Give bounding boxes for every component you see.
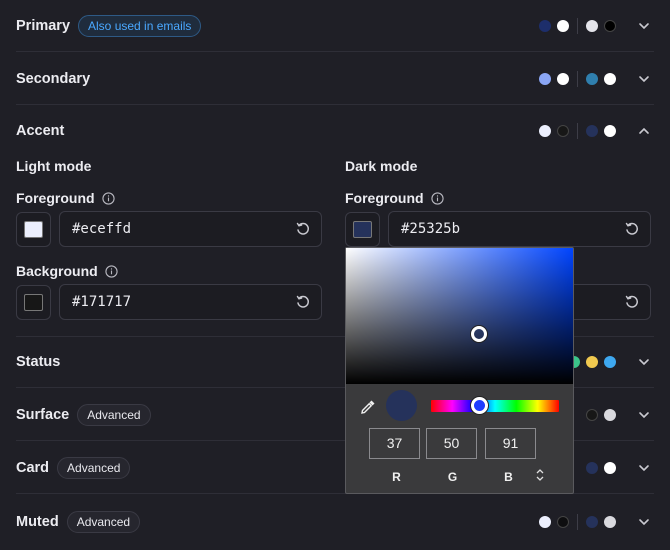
swatch-color (353, 221, 372, 238)
emails-badge: Also used in emails (78, 14, 202, 37)
section-accent[interactable]: Accent (16, 105, 654, 157)
swatch-color (24, 294, 43, 311)
color-dot (557, 72, 569, 85)
info-icon[interactable] (430, 191, 444, 205)
info-icon[interactable] (101, 191, 115, 205)
dark-foreground-input[interactable]: #25325b (388, 211, 651, 247)
color-dot (586, 408, 598, 421)
reset-icon[interactable] (295, 221, 311, 237)
eyedropper-icon[interactable] (359, 398, 377, 416)
color-dot (604, 516, 616, 528)
color-dot (604, 461, 616, 474)
label-text: Foreground (345, 190, 424, 206)
dark-foreground-label: Foreground (345, 190, 444, 206)
reset-icon[interactable] (624, 294, 640, 310)
advanced-badge: Advanced (57, 456, 131, 479)
hex-value: #171717 (72, 294, 132, 310)
saturation-value-area[interactable] (346, 248, 573, 384)
chevron-down-icon[interactable] (634, 458, 654, 478)
chevron-down-icon[interactable] (634, 352, 654, 372)
saturation-handle[interactable] (471, 326, 487, 342)
reset-icon[interactable] (624, 221, 640, 237)
green-label: G (447, 470, 458, 484)
light-background-swatch[interactable] (16, 285, 51, 320)
light-foreground-swatch[interactable] (16, 212, 51, 247)
color-dot (539, 125, 551, 137)
color-dot (604, 408, 616, 421)
divider (577, 17, 578, 34)
swatch-color (24, 221, 43, 238)
color-dot (539, 72, 551, 85)
section-title: Card (16, 459, 50, 476)
light-foreground-label: Foreground (16, 190, 115, 206)
color-dot (586, 516, 598, 528)
mode-stepper-icon[interactable] (535, 468, 545, 482)
chevron-down-icon[interactable] (634, 16, 654, 36)
color-dot (586, 356, 598, 368)
section-title: Muted (16, 514, 59, 530)
section-title: Surface (16, 406, 70, 423)
color-dot (557, 19, 569, 32)
blue-input[interactable]: 91 (485, 428, 536, 459)
light-background-input[interactable]: #171717 (59, 284, 322, 320)
hue-handle[interactable] (471, 397, 488, 414)
light-background-label: Background (16, 263, 118, 279)
section-secondary[interactable]: Secondary (16, 53, 654, 105)
hex-value: #25325b (401, 221, 461, 237)
color-dot (586, 125, 598, 137)
section-title: Accent (16, 123, 65, 139)
chevron-up-icon[interactable] (634, 121, 654, 141)
section-primary[interactable]: Primary Also used in emails (16, 0, 654, 52)
color-dot (539, 516, 551, 528)
color-dot (586, 19, 598, 32)
red-input[interactable]: 37 (369, 428, 420, 459)
divider (577, 123, 578, 139)
section-title: Secondary (16, 70, 91, 87)
color-dot (557, 125, 569, 137)
green-input[interactable]: 50 (426, 428, 477, 459)
light-mode-heading: Light mode (16, 158, 92, 174)
color-dot (604, 19, 616, 32)
color-dot (539, 19, 551, 32)
chevron-down-icon[interactable] (634, 69, 654, 89)
section-title: Status (16, 354, 61, 370)
color-dot (604, 125, 616, 137)
color-dot (604, 72, 616, 85)
color-picker-popup[interactable]: 37 50 91 R G B (345, 247, 574, 494)
info-icon[interactable] (105, 264, 118, 278)
color-preview (386, 390, 417, 421)
red-label: R (392, 470, 401, 484)
color-dot (586, 72, 598, 85)
hue-slider[interactable] (431, 400, 559, 412)
section-title: Primary (16, 17, 71, 34)
label-text: Foreground (16, 190, 95, 206)
advanced-badge: Advanced (66, 511, 141, 533)
blue-label: B (504, 470, 513, 484)
divider (577, 514, 578, 530)
color-dot (586, 461, 598, 474)
chevron-down-icon[interactable] (634, 512, 654, 532)
label-text: Background (16, 263, 98, 279)
section-muted[interactable]: Muted Advanced (16, 496, 654, 548)
divider (577, 70, 578, 87)
hex-value: #eceffd (72, 221, 132, 237)
color-dot (557, 516, 569, 528)
color-dot (604, 356, 616, 368)
dark-mode-heading: Dark mode (345, 158, 418, 174)
chevron-down-icon[interactable] (634, 405, 654, 425)
light-foreground-input[interactable]: #eceffd (59, 211, 322, 247)
reset-icon[interactable] (295, 294, 311, 310)
advanced-badge: Advanced (77, 403, 151, 426)
dark-foreground-swatch[interactable] (345, 212, 380, 247)
